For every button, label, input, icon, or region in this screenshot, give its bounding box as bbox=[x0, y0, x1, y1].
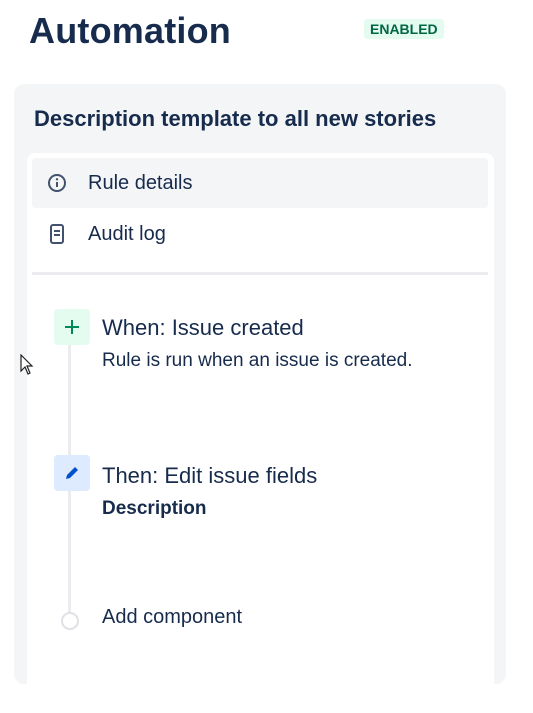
step-action-field: Description bbox=[102, 498, 207, 519]
add-component-button[interactable]: Add component bbox=[102, 606, 242, 629]
nav-item-audit-log[interactable]: Audit log bbox=[32, 209, 488, 259]
plus-icon bbox=[54, 309, 90, 345]
add-component-circle-icon[interactable] bbox=[61, 612, 79, 630]
nav-item-label: Audit log bbox=[88, 222, 166, 245]
status-badge: ENABLED bbox=[364, 19, 444, 39]
divider bbox=[32, 272, 488, 275]
nav-item-rule-details[interactable]: Rule details bbox=[32, 158, 488, 208]
step-trigger-title[interactable]: When: Issue created bbox=[102, 315, 304, 341]
rule-card: Rule details Audit log When: Issue creat… bbox=[27, 153, 494, 713]
document-icon bbox=[32, 224, 82, 244]
pencil-icon bbox=[54, 455, 90, 491]
mouse-cursor-icon bbox=[20, 354, 34, 375]
info-icon bbox=[32, 173, 82, 193]
rule-panel: Description template to all new stories … bbox=[14, 84, 506, 713]
rule-name: Description template to all new stories bbox=[34, 106, 437, 131]
step-trigger-description: Rule is run when an issue is created. bbox=[102, 350, 413, 371]
page-title: Automation bbox=[29, 10, 231, 51]
step-action-title[interactable]: Then: Edit issue fields bbox=[102, 463, 317, 489]
nav-item-label: Rule details bbox=[88, 171, 193, 194]
